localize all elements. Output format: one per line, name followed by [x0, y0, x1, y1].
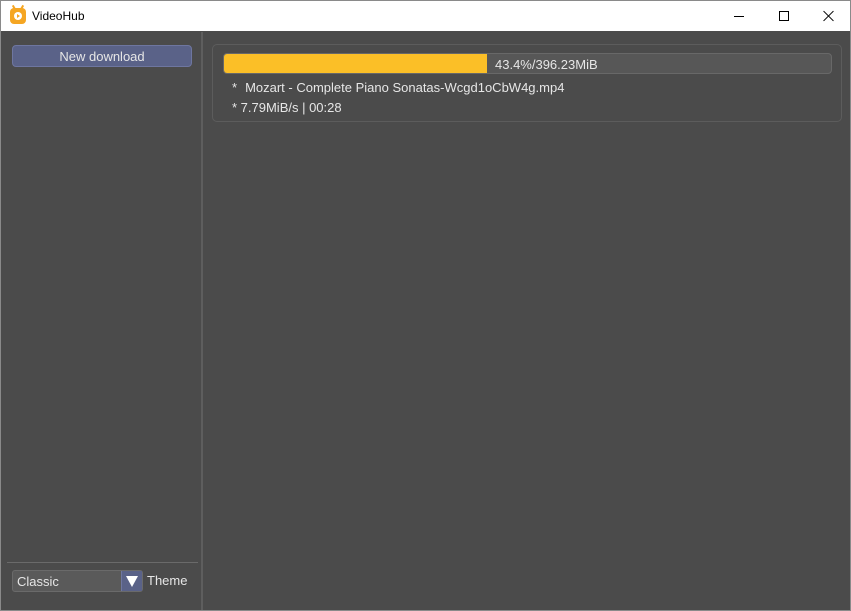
close-button[interactable] [806, 1, 851, 31]
sidebar: New download Classic Theme [2, 32, 201, 610]
triangle-down-icon [126, 575, 138, 587]
theme-dropdown-button[interactable] [121, 571, 142, 591]
title-bar[interactable]: VideoHub [1, 1, 850, 31]
theme-select[interactable]: Classic [12, 570, 143, 592]
download-filename-line: * Mozart - Complete Piano Sonatas-Wcgd1oC… [232, 80, 564, 95]
filename-bullet: * [232, 80, 238, 95]
maximize-button[interactable] [761, 1, 807, 31]
window-title: VideoHub [32, 9, 85, 23]
progress-fill [224, 54, 488, 73]
progress-text: 43.4%/396.23MiB [495, 57, 598, 72]
maximize-icon [779, 11, 789, 21]
minimize-icon [734, 15, 744, 17]
new-download-button[interactable]: New download [12, 45, 192, 67]
theme-label: Theme [147, 573, 188, 588]
minimize-button[interactable] [716, 1, 762, 31]
download-item: 43.4%/396.23MiB * Mozart - Complete Piano… [212, 44, 842, 122]
download-speed-eta: * 7.79MiB/s | 00:28 [232, 100, 342, 115]
download-progress-bar: 43.4%/396.23MiB [223, 53, 832, 74]
app-window: VideoHub New download Classic Theme 43.4… [0, 0, 851, 611]
sidebar-splitter[interactable] [201, 32, 203, 610]
videohub-tv-icon [10, 8, 26, 24]
download-filename: Mozart - Complete Piano Sonatas-Wcgd1oCb… [245, 80, 565, 95]
close-icon [823, 10, 835, 22]
sidebar-separator [7, 562, 198, 563]
theme-selected-value: Classic [17, 574, 59, 589]
